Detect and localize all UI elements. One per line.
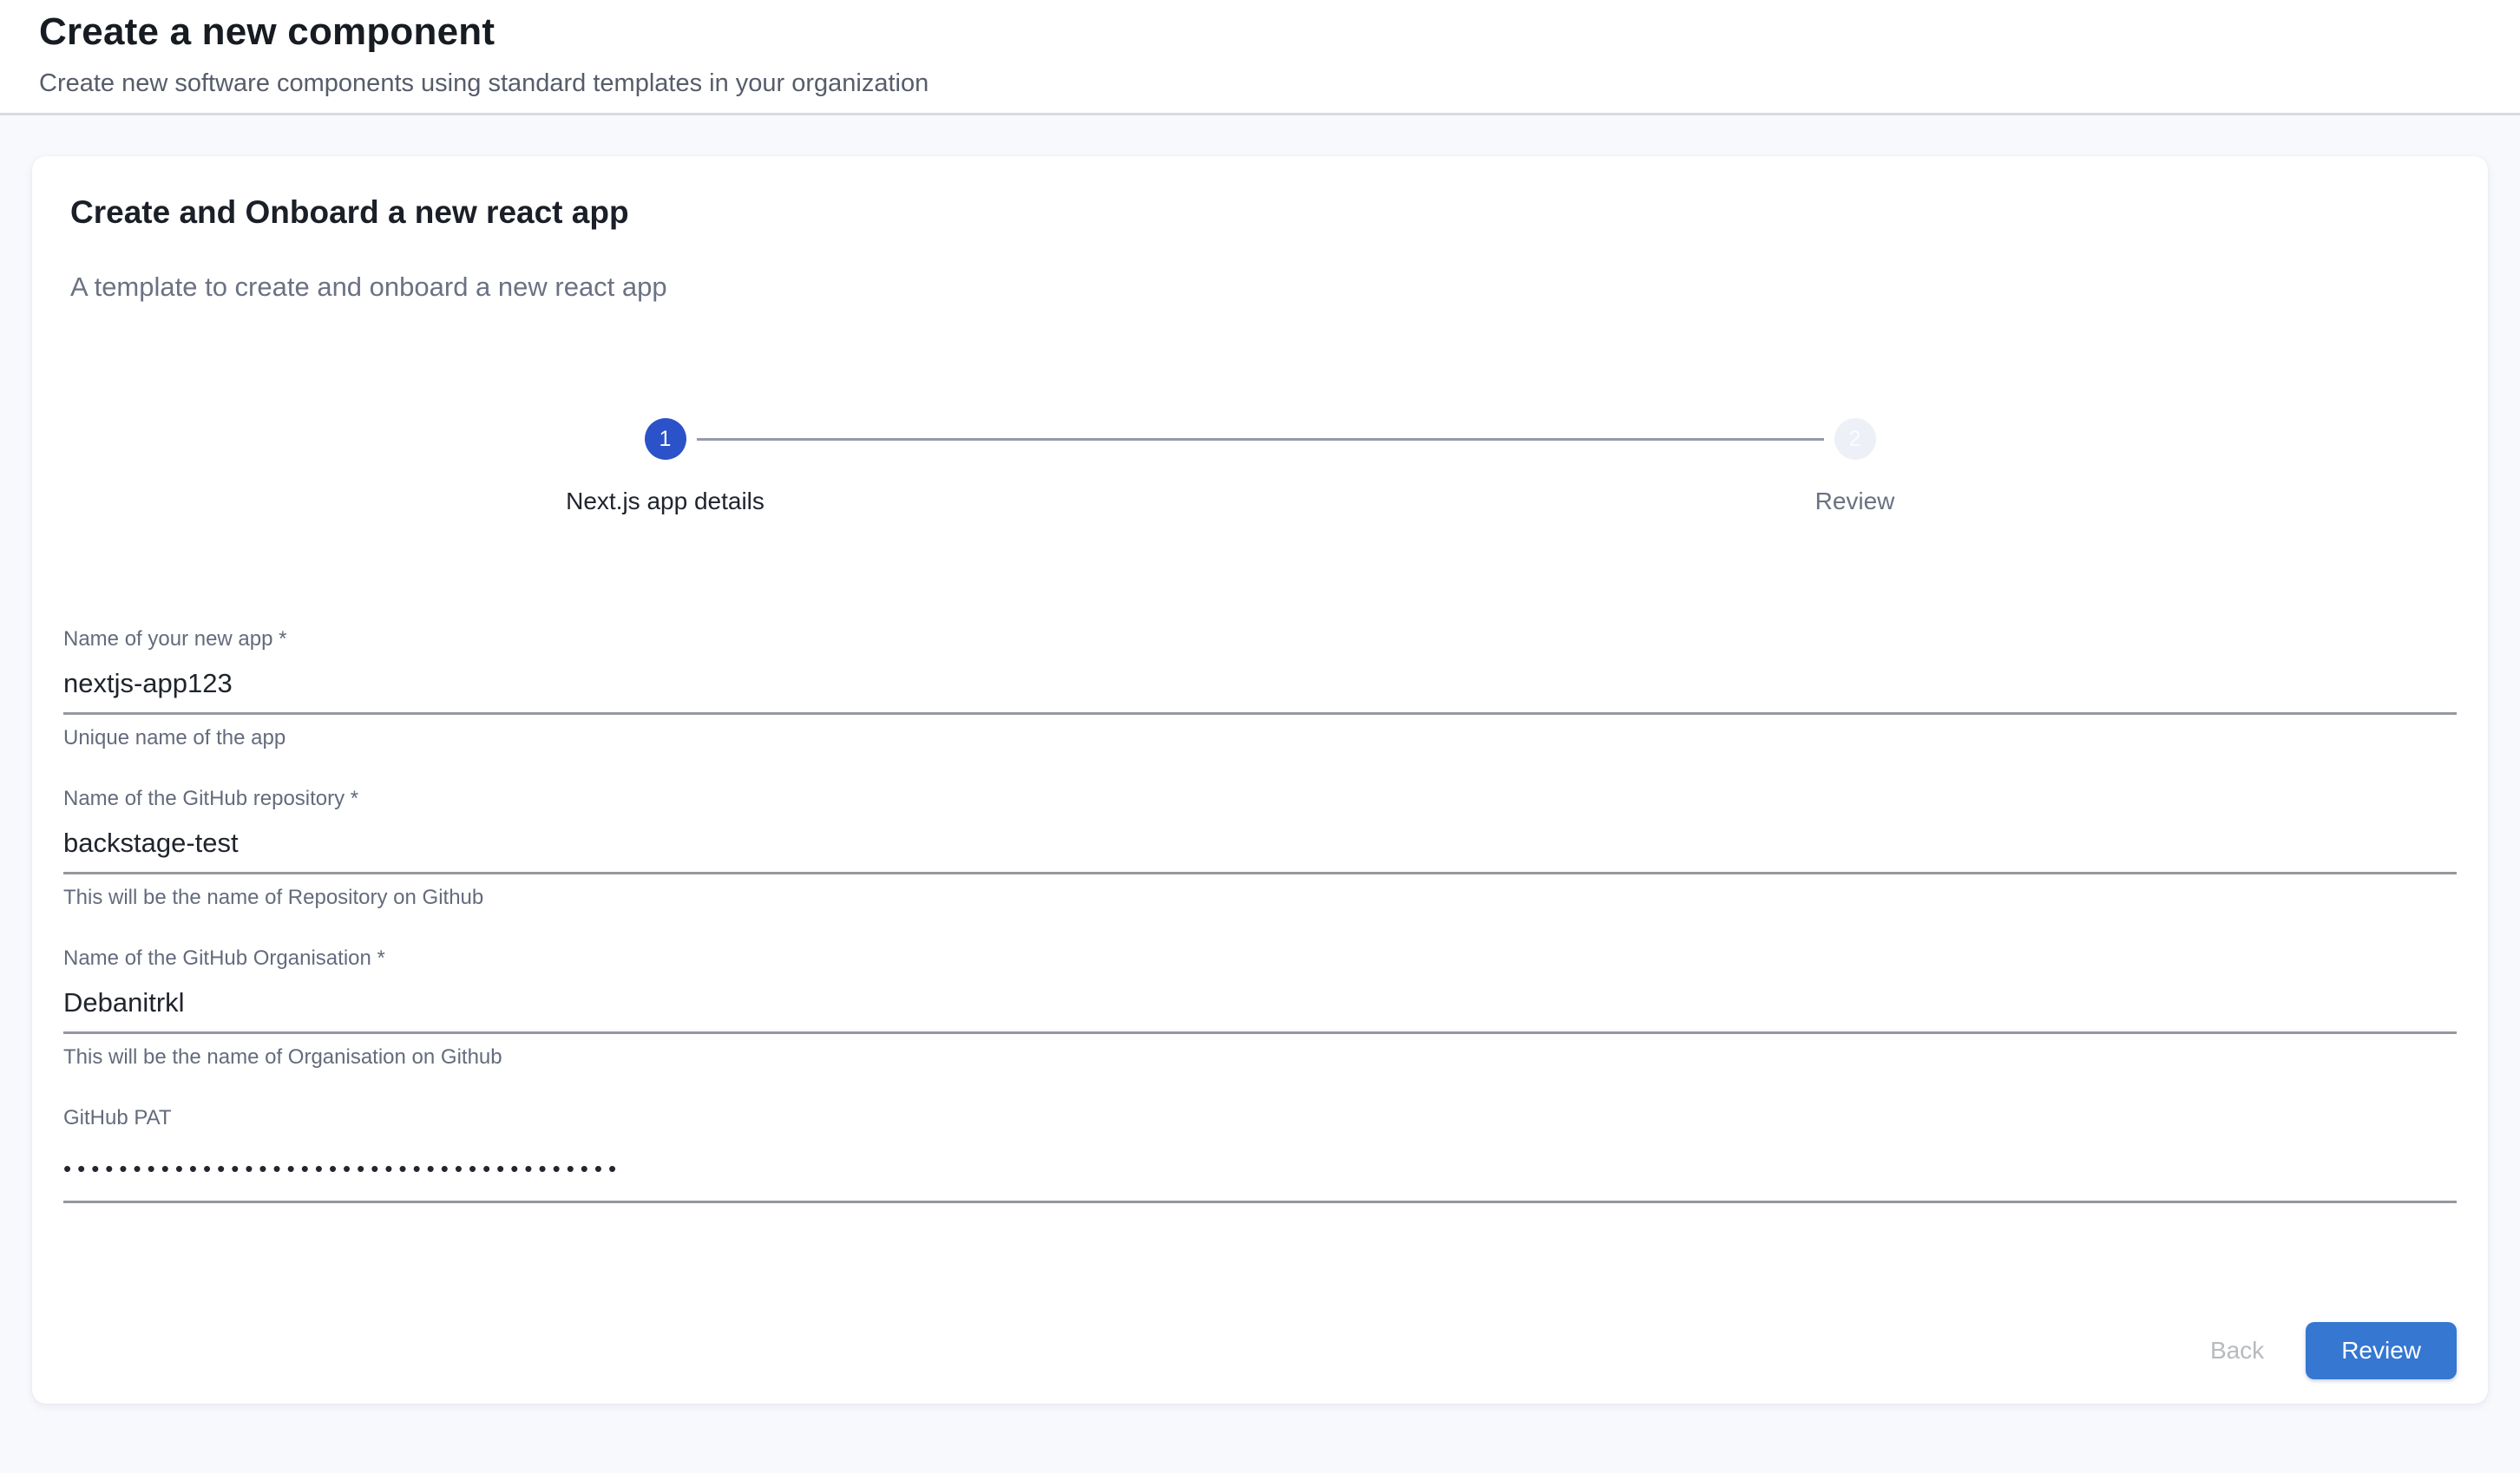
app-name-helper: Unique name of the app [63, 725, 2457, 751]
stepper-step-review: 2 Review [1260, 418, 2450, 517]
repo-name-helper: This will be the name of Repository on G… [63, 885, 2457, 911]
step-1-indicator: 1 [645, 418, 686, 460]
step-2-indicator: 2 [1834, 418, 1876, 460]
repo-name-label: Name of the GitHub repository * [63, 787, 358, 810]
main-content: Create and Onboard a new react app A tem… [0, 115, 2520, 1404]
template-description: A template to create and onboard a new r… [70, 271, 2450, 304]
wizard-actions: Back Review [2186, 1322, 2457, 1379]
app-name-input[interactable] [63, 652, 2457, 715]
org-name-helper: This will be the name of Organisation on… [63, 1044, 2457, 1070]
app-name-label: Name of your new app * [63, 627, 286, 651]
repo-name-input[interactable] [63, 812, 2457, 874]
stepper-connector-line [697, 438, 1824, 441]
field-repo-name: Name of the GitHub repository * This wil… [63, 786, 2457, 911]
github-pat-input[interactable] [63, 1131, 2457, 1203]
step-1-label: Next.js app details [566, 486, 765, 517]
review-button[interactable]: Review [2306, 1322, 2457, 1379]
github-pat-label: GitHub PAT [63, 1106, 171, 1129]
back-button[interactable]: Back [2186, 1325, 2288, 1377]
page-header: Create a new component Create new softwa… [0, 0, 2520, 115]
stepper-step-app-details: 1 Next.js app details [70, 418, 1260, 517]
wizard-stepper: 1 Next.js app details 2 Review [70, 418, 2450, 517]
page-title: Create a new component [39, 9, 2481, 56]
field-app-name: Name of your new app * Unique name of th… [63, 626, 2457, 751]
org-name-input[interactable] [63, 972, 2457, 1034]
app-details-form: Name of your new app * Unique name of th… [63, 626, 2457, 1203]
template-wizard-card: Create and Onboard a new react app A tem… [32, 156, 2488, 1404]
template-title: Create and Onboard a new react app [70, 193, 2450, 232]
field-github-pat: GitHub PAT [63, 1105, 2457, 1203]
field-org-name: Name of the GitHub Organisation * This w… [63, 946, 2457, 1070]
step-2-label: Review [1815, 486, 1895, 517]
org-name-label: Name of the GitHub Organisation * [63, 946, 385, 970]
page-subtitle: Create new software components using sta… [39, 68, 2481, 99]
